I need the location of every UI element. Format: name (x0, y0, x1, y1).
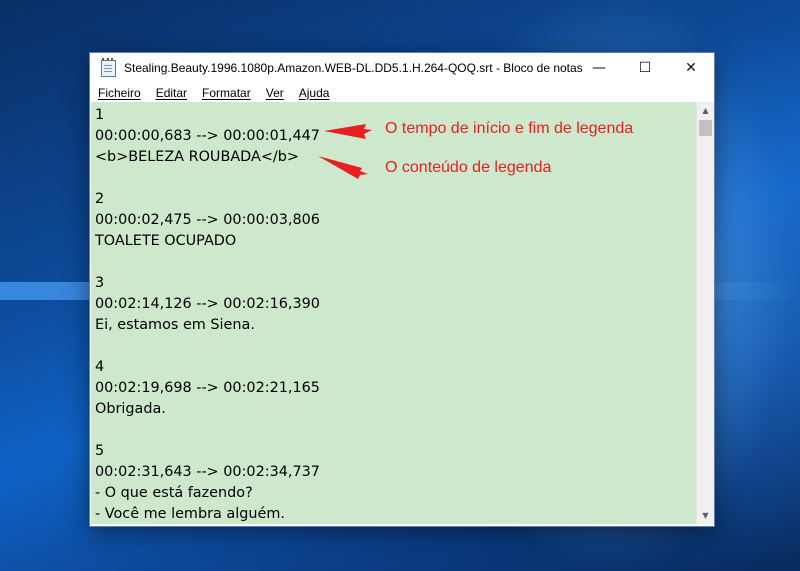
text-line (95, 336, 696, 357)
menu-ajuda[interactable]: Ajuda (291, 86, 337, 100)
window-title: Stealing.Beauty.1996.1080p.Amazon.WEB-DL… (124, 61, 583, 75)
menu-bar: Ficheiro Editar Formatar Ver Ajuda (90, 83, 714, 102)
content-annotation: O conteúdo de legenda (385, 159, 552, 176)
notepad-icon (100, 58, 116, 77)
menu-formatar[interactable]: Formatar (194, 86, 258, 100)
text-line: 2 (95, 191, 105, 207)
text-line: 00:02:14,126 --> 00:02:16,390 (95, 296, 320, 312)
text-line: TOALETE OCUPADO (95, 233, 237, 249)
close-button[interactable]: ✕ (668, 53, 714, 83)
text-line: Obrigada. (95, 401, 166, 417)
scroll-down-arrow-icon[interactable]: ▼ (697, 507, 714, 524)
window-controls: — ☐ ✕ (576, 53, 714, 83)
maximize-button[interactable]: ☐ (622, 53, 668, 83)
text-line: 3 (95, 275, 105, 291)
minimize-button[interactable]: — (576, 53, 622, 83)
timing-annotation: O tempo de início e fim de legenda (385, 120, 634, 137)
menu-ver[interactable]: Ver (258, 86, 291, 100)
text-line: 4 (95, 359, 105, 375)
text-line: - Você me lembra alguém. (95, 506, 285, 522)
scroll-up-arrow-icon[interactable]: ▲ (697, 102, 714, 119)
text-line (95, 420, 696, 441)
menu-ficheiro[interactable]: Ficheiro (90, 86, 148, 100)
scroll-thumb[interactable] (699, 120, 712, 136)
text-line: 00:02:19,698 --> 00:02:21,165 (95, 380, 320, 396)
text-line: - O que está fazendo? (95, 485, 253, 501)
text-line (95, 252, 696, 273)
menu-editar[interactable]: Editar (148, 86, 194, 100)
text-line: 00:02:31,643 --> 00:02:34,737 (95, 464, 320, 480)
text-line: 00:00:02,475 --> 00:00:03,806 (95, 212, 320, 228)
text-line: 5 (95, 443, 105, 459)
vertical-scrollbar[interactable]: ▲ ▼ (696, 102, 714, 524)
text-line: Ei, estamos em Siena. (95, 317, 255, 333)
title-bar[interactable]: Stealing.Beauty.1996.1080p.Amazon.WEB-DL… (90, 53, 714, 83)
